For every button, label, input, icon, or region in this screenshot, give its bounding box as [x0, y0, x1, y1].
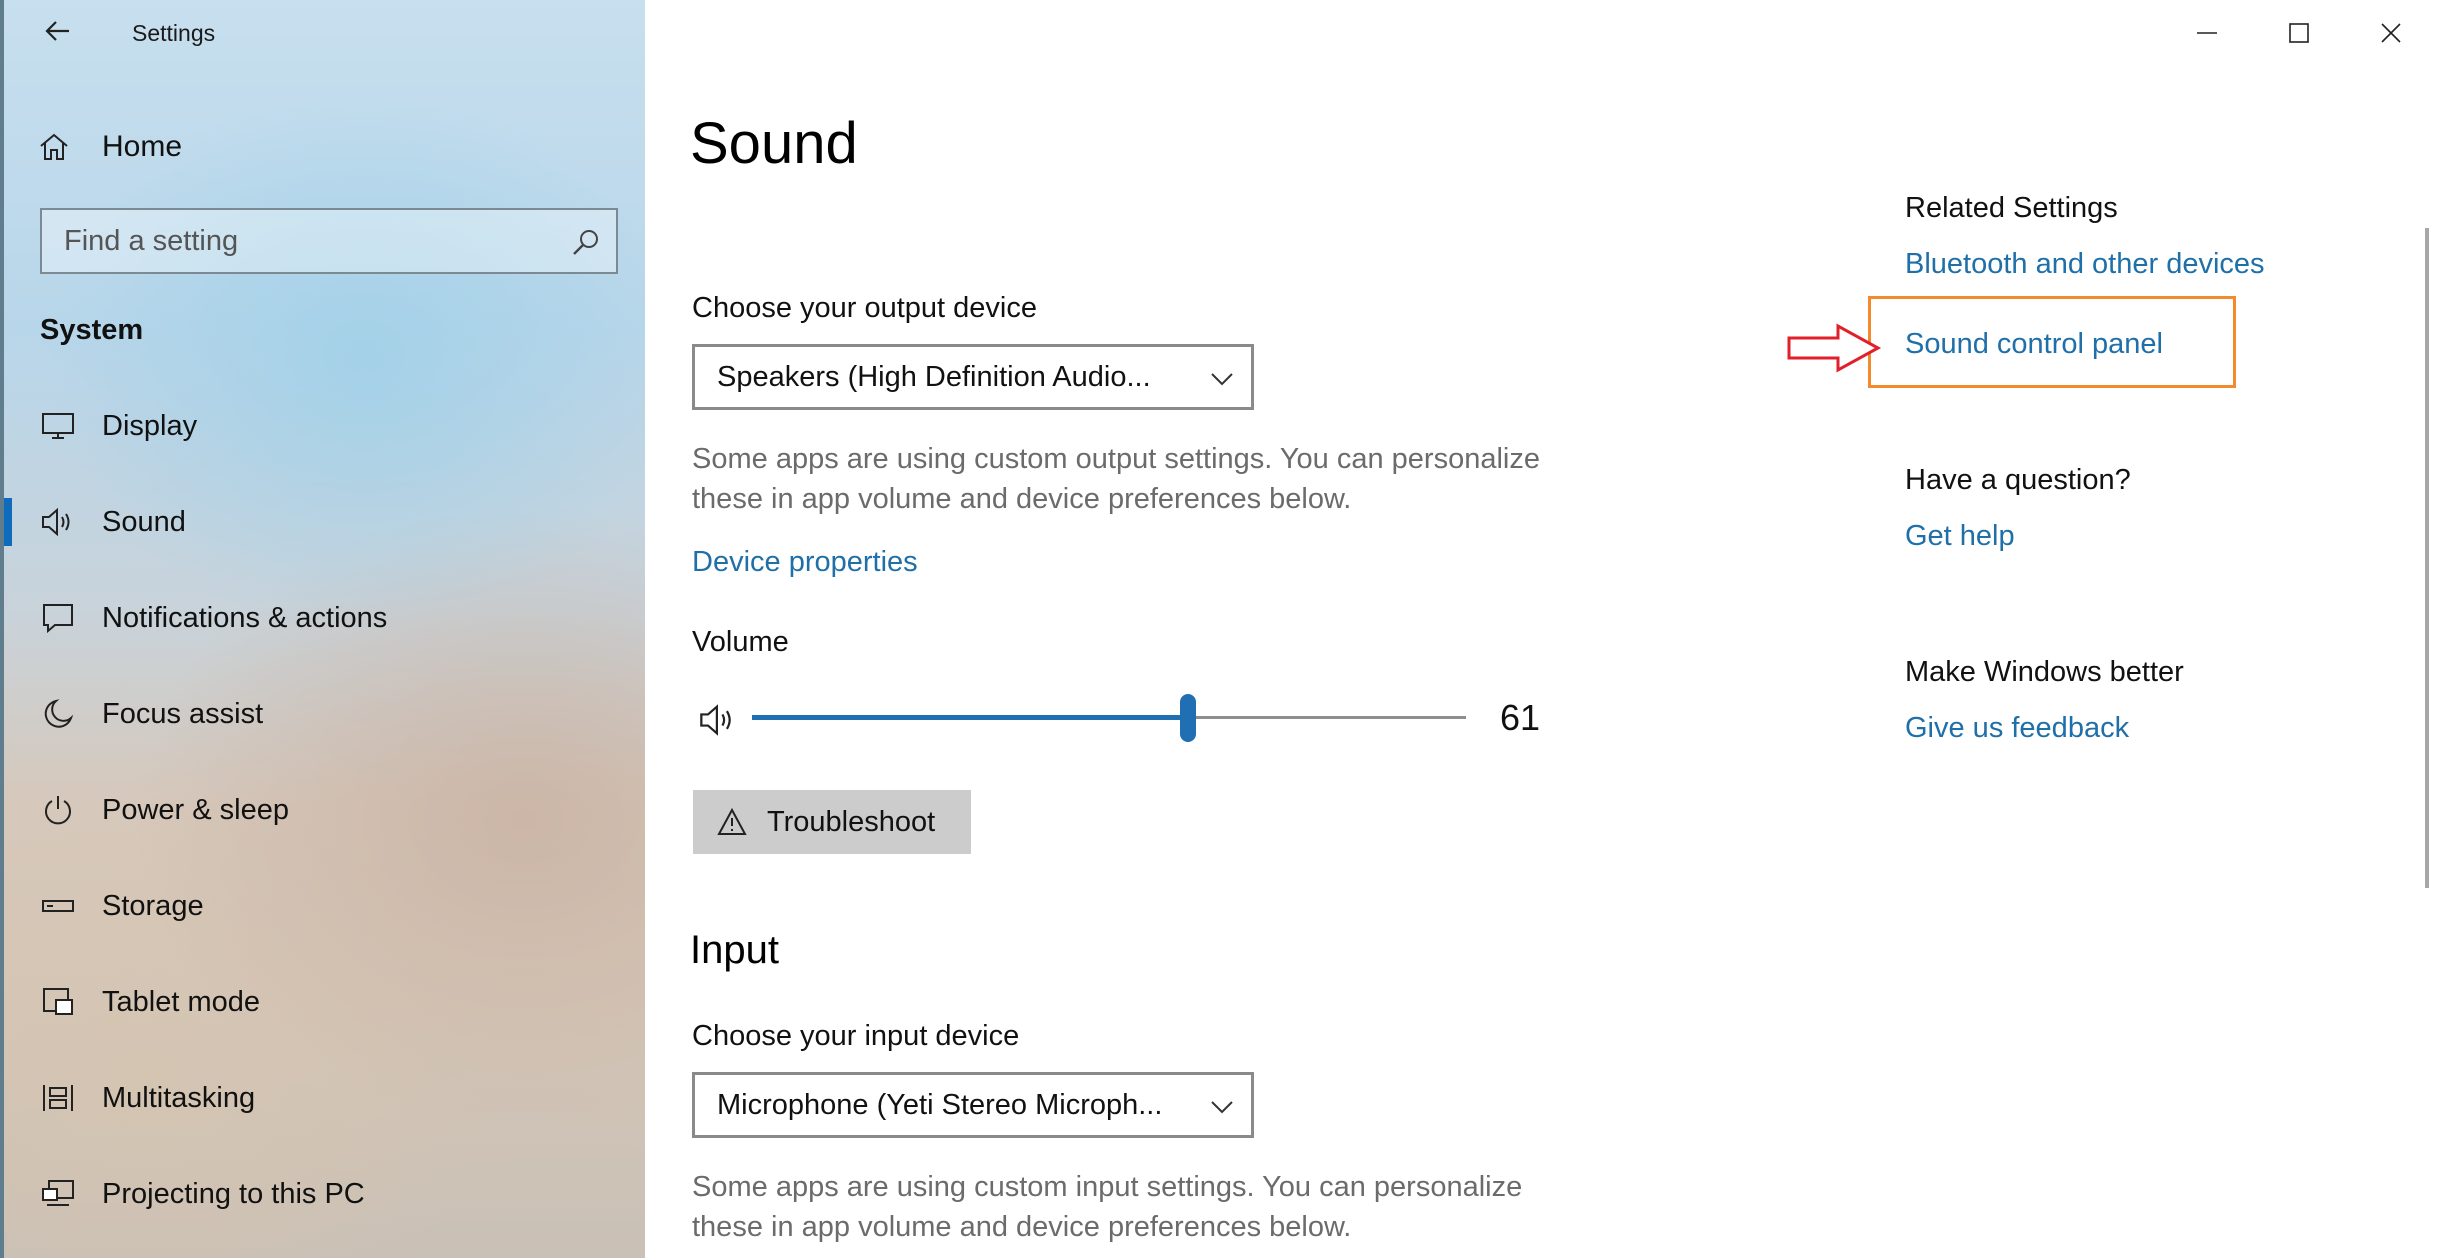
storage-icon — [38, 886, 78, 926]
related-settings-heading: Related Settings — [1905, 192, 2118, 224]
sidebar-item-label: Home — [102, 130, 183, 163]
tablet-mode-icon — [38, 982, 78, 1022]
have-question-heading: Have a question? — [1905, 464, 2131, 496]
notification-icon — [38, 598, 78, 638]
input-section-title: Input — [690, 928, 779, 972]
sidebar-item-label: Projecting to this PC — [102, 1177, 365, 1210]
sidebar-item-power-sleep[interactable]: Power & sleep — [4, 762, 644, 858]
output-description: Some apps are using custom output settin… — [692, 443, 1540, 515]
annotation-arrow-icon — [1787, 323, 1882, 373]
sidebar-item-tablet-mode[interactable]: Tablet mode — [4, 954, 644, 1050]
output-device-value: Speakers (High Definition Audio... — [717, 360, 1151, 393]
sidebar-item-label: Multitasking — [102, 1081, 256, 1114]
maximize-icon — [2289, 23, 2309, 43]
troubleshoot-button[interactable]: Troubleshoot — [693, 790, 971, 854]
get-help-link[interactable]: Get help — [1905, 520, 2015, 553]
input-description: Some apps are using custom input setting… — [692, 1171, 1523, 1243]
monitor-icon — [38, 406, 78, 446]
multitasking-icon — [38, 1078, 78, 1118]
give-feedback-link[interactable]: Give us feedback — [1905, 712, 2129, 745]
output-device-dropdown[interactable]: Speakers (High Definition Audio... — [692, 344, 1254, 410]
sidebar-item-label: Focus assist — [102, 697, 264, 730]
chevron-down-icon — [1211, 1101, 1233, 1114]
volume-label: Volume — [692, 626, 789, 658]
sidebar-item-label: Storage — [102, 889, 204, 922]
sidebar-item-focus-assist[interactable]: Focus assist — [4, 666, 644, 762]
minimize-icon — [2197, 32, 2217, 34]
projecting-icon — [38, 1174, 78, 1214]
sidebar-item-label: Power & sleep — [102, 793, 289, 826]
troubleshoot-label: Troubleshoot — [767, 805, 936, 838]
slider-fill — [752, 715, 1188, 720]
home-icon — [40, 133, 68, 160]
sidebar-item-label: Notifications & actions — [102, 601, 388, 634]
sidebar-item-storage[interactable]: Storage — [4, 858, 644, 954]
close-icon — [2381, 23, 2401, 43]
back-arrow-icon — [45, 21, 69, 41]
sidebar-item-notifications[interactable]: Notifications & actions — [4, 570, 644, 666]
sidebar-item-sound[interactable]: Sound — [4, 474, 644, 570]
sidebar: Settings Home System Display Sound Notif… — [0, 0, 645, 1258]
sidebar-item-multitasking[interactable]: Multitasking — [4, 1050, 644, 1146]
make-windows-better-heading: Make Windows better — [1905, 656, 2184, 688]
power-icon — [38, 790, 78, 830]
device-properties-link[interactable]: Device properties — [692, 546, 918, 579]
volume-slider[interactable] — [752, 694, 1466, 742]
back-button[interactable] — [40, 14, 74, 48]
sidebar-item-label: Display — [102, 409, 198, 442]
input-device-label: Choose your input device — [692, 1020, 1020, 1052]
search-box[interactable] — [40, 208, 618, 274]
scrollbar[interactable] — [2425, 228, 2429, 888]
maximize-button[interactable] — [2253, 0, 2345, 66]
sidebar-section-title: System — [40, 314, 144, 346]
minimize-button[interactable] — [2161, 0, 2253, 66]
sidebar-item-label: Tablet mode — [102, 985, 260, 1018]
sidebar-item-home[interactable]: Home — [38, 124, 598, 170]
warning-icon — [717, 807, 747, 835]
sidebar-item-label: Sound — [102, 505, 186, 538]
page-title: Sound — [690, 111, 858, 176]
search-input[interactable] — [42, 210, 616, 272]
sidebar-item-display[interactable]: Display — [4, 378, 644, 474]
input-device-value: Microphone (Yeti Stereo Microph... — [717, 1088, 1163, 1121]
slider-thumb[interactable] — [1179, 694, 1196, 742]
close-button[interactable] — [2345, 0, 2437, 66]
bluetooth-devices-link[interactable]: Bluetooth and other devices — [1905, 248, 2265, 281]
window-controls — [2161, 0, 2437, 66]
speaker-icon — [38, 502, 78, 542]
window-title: Settings — [132, 20, 216, 46]
volume-value: 61 — [1500, 697, 1541, 738]
search-icon[interactable] — [570, 226, 602, 258]
highlight-box — [1868, 296, 2236, 388]
output-device-label: Choose your output device — [692, 292, 1037, 324]
speaker-icon[interactable] — [698, 700, 738, 740]
chevron-down-icon — [1211, 373, 1233, 386]
input-device-dropdown[interactable]: Microphone (Yeti Stereo Microph... — [692, 1072, 1254, 1138]
sidebar-item-projecting[interactable]: Projecting to this PC — [4, 1146, 644, 1242]
moon-icon — [38, 694, 78, 734]
